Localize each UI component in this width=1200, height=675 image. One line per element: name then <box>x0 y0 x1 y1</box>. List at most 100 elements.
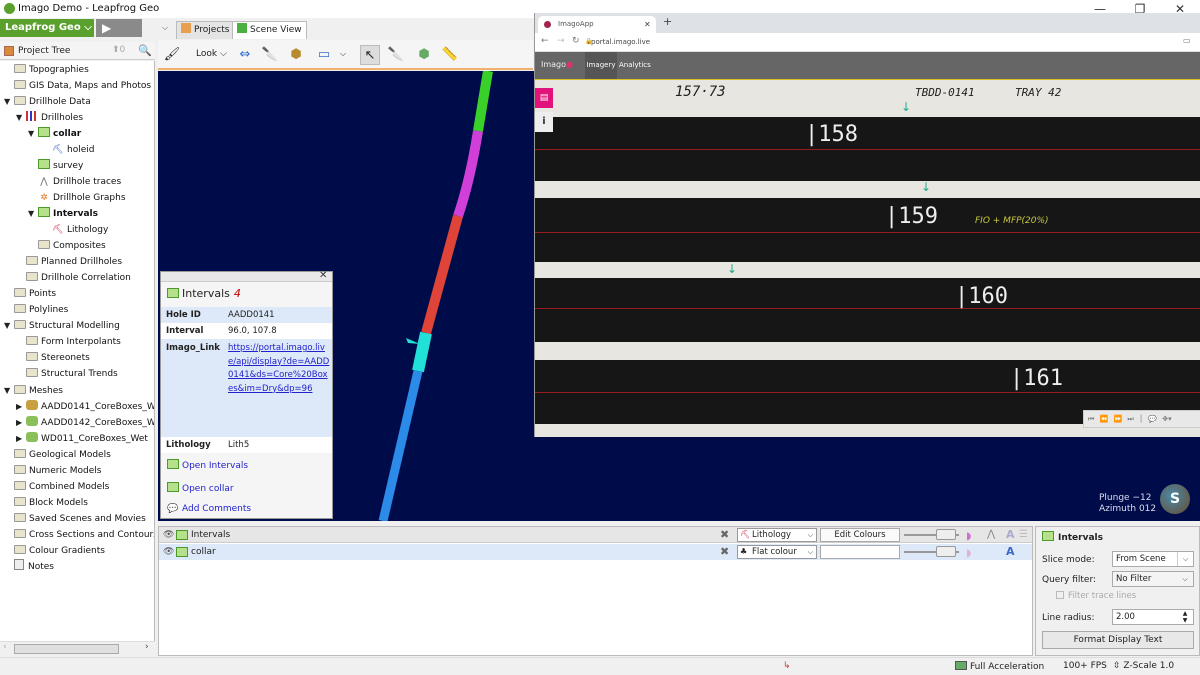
new-tab-button[interactable]: + <box>663 15 672 28</box>
slice-green-icon[interactable]: 🔪 <box>386 45 406 65</box>
browser-tab-imagoapp[interactable]: ImagoApp ✕ <box>538 16 656 33</box>
forward-arrow-icon[interactable]: → <box>557 36 565 46</box>
trace-segment-3[interactable] <box>421 214 463 335</box>
colour-by-dropdown[interactable]: ⛏ Lithology ⌵ <box>737 528 817 542</box>
trace-segment-5[interactable] <box>378 369 423 521</box>
tree-item-survey[interactable]: survey <box>38 158 83 174</box>
leapfrog-geo-menu-button[interactable]: Leapfrog Geo ⌵ <box>0 19 94 37</box>
tree-item-holeid[interactable]: ⛏ holeid <box>52 142 94 158</box>
image-player-controls[interactable]: ⏮ ⏪ ⏩ ⏭ │ 💬 ✥▾ <box>1083 410 1200 428</box>
trace-segment-1[interactable] <box>473 71 493 132</box>
tree-item-drillhole-data[interactable]: ▼ Drillhole Data <box>4 94 91 110</box>
draw-slicer-icon[interactable]: 🖌 <box>162 45 182 65</box>
tree-item-intervals[interactable]: ▼ Intervals <box>28 206 98 222</box>
visibility-eye-icon[interactable]: 👁 <box>163 527 174 543</box>
collapsed-triangle-icon[interactable]: ▶ <box>16 415 26 431</box>
polyline-shape-icon[interactable]: ⬢ <box>286 45 306 65</box>
expand-triangle-icon[interactable]: ▼ <box>4 383 14 399</box>
trace-segment-4[interactable] <box>412 331 432 373</box>
tree-item-polylines[interactable]: Polylines <box>4 302 68 318</box>
remove-layer-icon[interactable]: ✖ <box>720 527 729 543</box>
tree-item-notes[interactable]: Notes <box>4 559 54 575</box>
tree-item-gis-data[interactable]: GIS Data, Maps and Photos <box>4 78 151 94</box>
view-layout-icon[interactable]: ▭ <box>314 45 334 65</box>
close-tab-icon[interactable]: ✕ <box>644 16 651 33</box>
expand-triangle-icon[interactable]: ▼ <box>28 206 38 222</box>
collapsed-triangle-icon[interactable]: ▶ <box>16 431 26 447</box>
trace-segment-2[interactable] <box>453 130 483 218</box>
tree-item-numeric-models[interactable]: Numeric Models <box>4 463 101 479</box>
tree-item-mesh-aadd0141[interactable]: ▶ AADD0141_CoreBoxes_Wet <box>16 399 154 415</box>
tree-item-collar[interactable]: ▼ collar <box>28 126 81 142</box>
query-filter-dropdown[interactable]: No Filter ⌵ <box>1112 571 1194 587</box>
tree-item-drillhole-correlation[interactable]: Drillhole Correlation <box>26 270 131 286</box>
tab-menu-chevron-icon[interactable]: ⌵ <box>162 23 168 33</box>
edit-colours-button[interactable]: Edit Colours <box>820 528 900 542</box>
format-display-text-button[interactable]: Format Display Text <box>1042 631 1194 649</box>
nav-analytics[interactable]: Analytics <box>619 52 651 79</box>
expand-triangle-icon[interactable]: ▼ <box>28 126 38 142</box>
reload-icon[interactable]: ↻ <box>572 36 580 46</box>
spinner-arrows-icon[interactable]: ▲ ▼ <box>1177 610 1193 624</box>
add-comments-link[interactable]: 💬 Add Comments <box>167 504 251 514</box>
expand-triangle-icon[interactable]: ▼ <box>4 94 14 110</box>
tree-item-saved-scenes[interactable]: Saved Scenes and Movies <box>4 511 146 527</box>
paint-icon[interactable]: ◗ <box>966 529 971 545</box>
imago-link[interactable]: https://portal.imago.live/api/display?de… <box>228 342 331 396</box>
tree-item-drillhole-graphs[interactable]: ✲ Drillhole Graphs <box>38 190 125 206</box>
tree-item-drillholes[interactable]: ▼ Drillholes <box>16 110 83 126</box>
url-field[interactable]: portal.imago.live <box>591 38 650 46</box>
filter-trace-lines-checkbox[interactable]: Filter trace lines <box>1056 591 1136 601</box>
slider-handle[interactable] <box>936 546 956 557</box>
scrollbar-thumb[interactable] <box>14 644 119 654</box>
compass-globe-icon[interactable]: S <box>1160 484 1190 514</box>
tree-item-mesh-aadd0142[interactable]: ▶ AADD0142_CoreBoxes_Wet <box>16 415 154 431</box>
tree-item-composites[interactable]: Composites <box>38 238 106 254</box>
colour-by-dropdown[interactable]: ♣ Flat colour ⌵ <box>737 545 817 559</box>
opacity-slider[interactable] <box>904 546 959 557</box>
tree-item-mesh-wd011[interactable]: ▶ WD011_CoreBoxes_Wet <box>16 431 148 447</box>
tree-item-block-models[interactable]: Block Models <box>4 495 88 511</box>
popup-drag-bar[interactable] <box>161 272 332 282</box>
slider-handle[interactable] <box>936 529 956 540</box>
checkbox[interactable] <box>1056 591 1064 599</box>
colour-field[interactable] <box>820 545 900 559</box>
layer-row-intervals[interactable]: 👁 Intervals ✖ ⛏ Lithology ⌵ Edit Colours ◗… <box>159 527 1032 543</box>
traces-icon[interactable]: ⋀ <box>987 527 995 543</box>
tree-item-drillhole-traces[interactable]: ⋀ Drillhole traces <box>38 174 121 190</box>
tab-projects[interactable]: Projects <box>176 21 235 39</box>
search-icon[interactable]: 🔍 <box>138 44 152 57</box>
tree-item-points[interactable]: Points <box>4 286 56 302</box>
select-pointer-icon[interactable]: ↖ <box>360 45 380 65</box>
line-radius-spinner[interactable]: 2.00 ▲ ▼ <box>1112 609 1194 625</box>
tree-item-stereonets[interactable]: Stereonets <box>26 350 90 366</box>
scroll-left-icon[interactable]: ‹ <box>3 642 7 652</box>
back-arrow-icon[interactable]: ← <box>541 36 549 46</box>
layer-row-collar[interactable]: 👁 collar ✖ ♣ Flat colour ⌵ ◗ A <box>159 544 1032 560</box>
open-collar-link[interactable]: Open collar <box>167 482 234 494</box>
expand-triangle-icon[interactable]: ▼ <box>16 110 26 126</box>
layout-chevron-icon[interactable]: ⌵ <box>340 49 346 59</box>
polyline-green-icon[interactable]: ⬢ <box>414 45 434 65</box>
play-button[interactable]: ▶ <box>96 19 142 37</box>
knife-slice-icon[interactable]: 🔪 <box>260 45 280 65</box>
tree-item-meshes[interactable]: ▼ Meshes <box>4 383 63 399</box>
look-dropdown[interactable]: Look ⌵ <box>196 49 227 59</box>
text-label-icon[interactable]: A <box>1006 544 1015 560</box>
tree-item-combined-models[interactable]: Combined Models <box>4 479 109 495</box>
tree-horizontal-scrollbar[interactable]: ‹ › <box>0 641 155 655</box>
tree-item-structural-trends[interactable]: Structural Trends <box>26 366 118 382</box>
move-plane-icon[interactable]: ⇔ <box>235 45 255 65</box>
collapsed-triangle-icon[interactable]: ▶ <box>16 399 26 415</box>
open-intervals-link[interactable]: Open Intervals <box>167 459 248 471</box>
nav-imagery[interactable]: Imagery <box>585 52 617 79</box>
core-tray-image[interactable]: 157·73 TBDD-0141 TRAY 42 |158 |159 FIO +… <box>535 80 1200 437</box>
paint-icon[interactable]: ◗ <box>966 546 971 562</box>
list-icon[interactable]: ☰ <box>1019 527 1028 543</box>
up-arrow-icon[interactable]: ⬆0 <box>112 45 125 55</box>
tree-item-form-interpolants[interactable]: Form Interpolants <box>26 334 121 350</box>
remove-layer-icon[interactable]: ✖ <box>720 544 729 560</box>
tree-item-geological-models[interactable]: Geological Models <box>4 447 111 463</box>
popup-close-icon[interactable]: ✕ <box>319 270 327 281</box>
text-label-icon[interactable]: A <box>1006 527 1015 543</box>
